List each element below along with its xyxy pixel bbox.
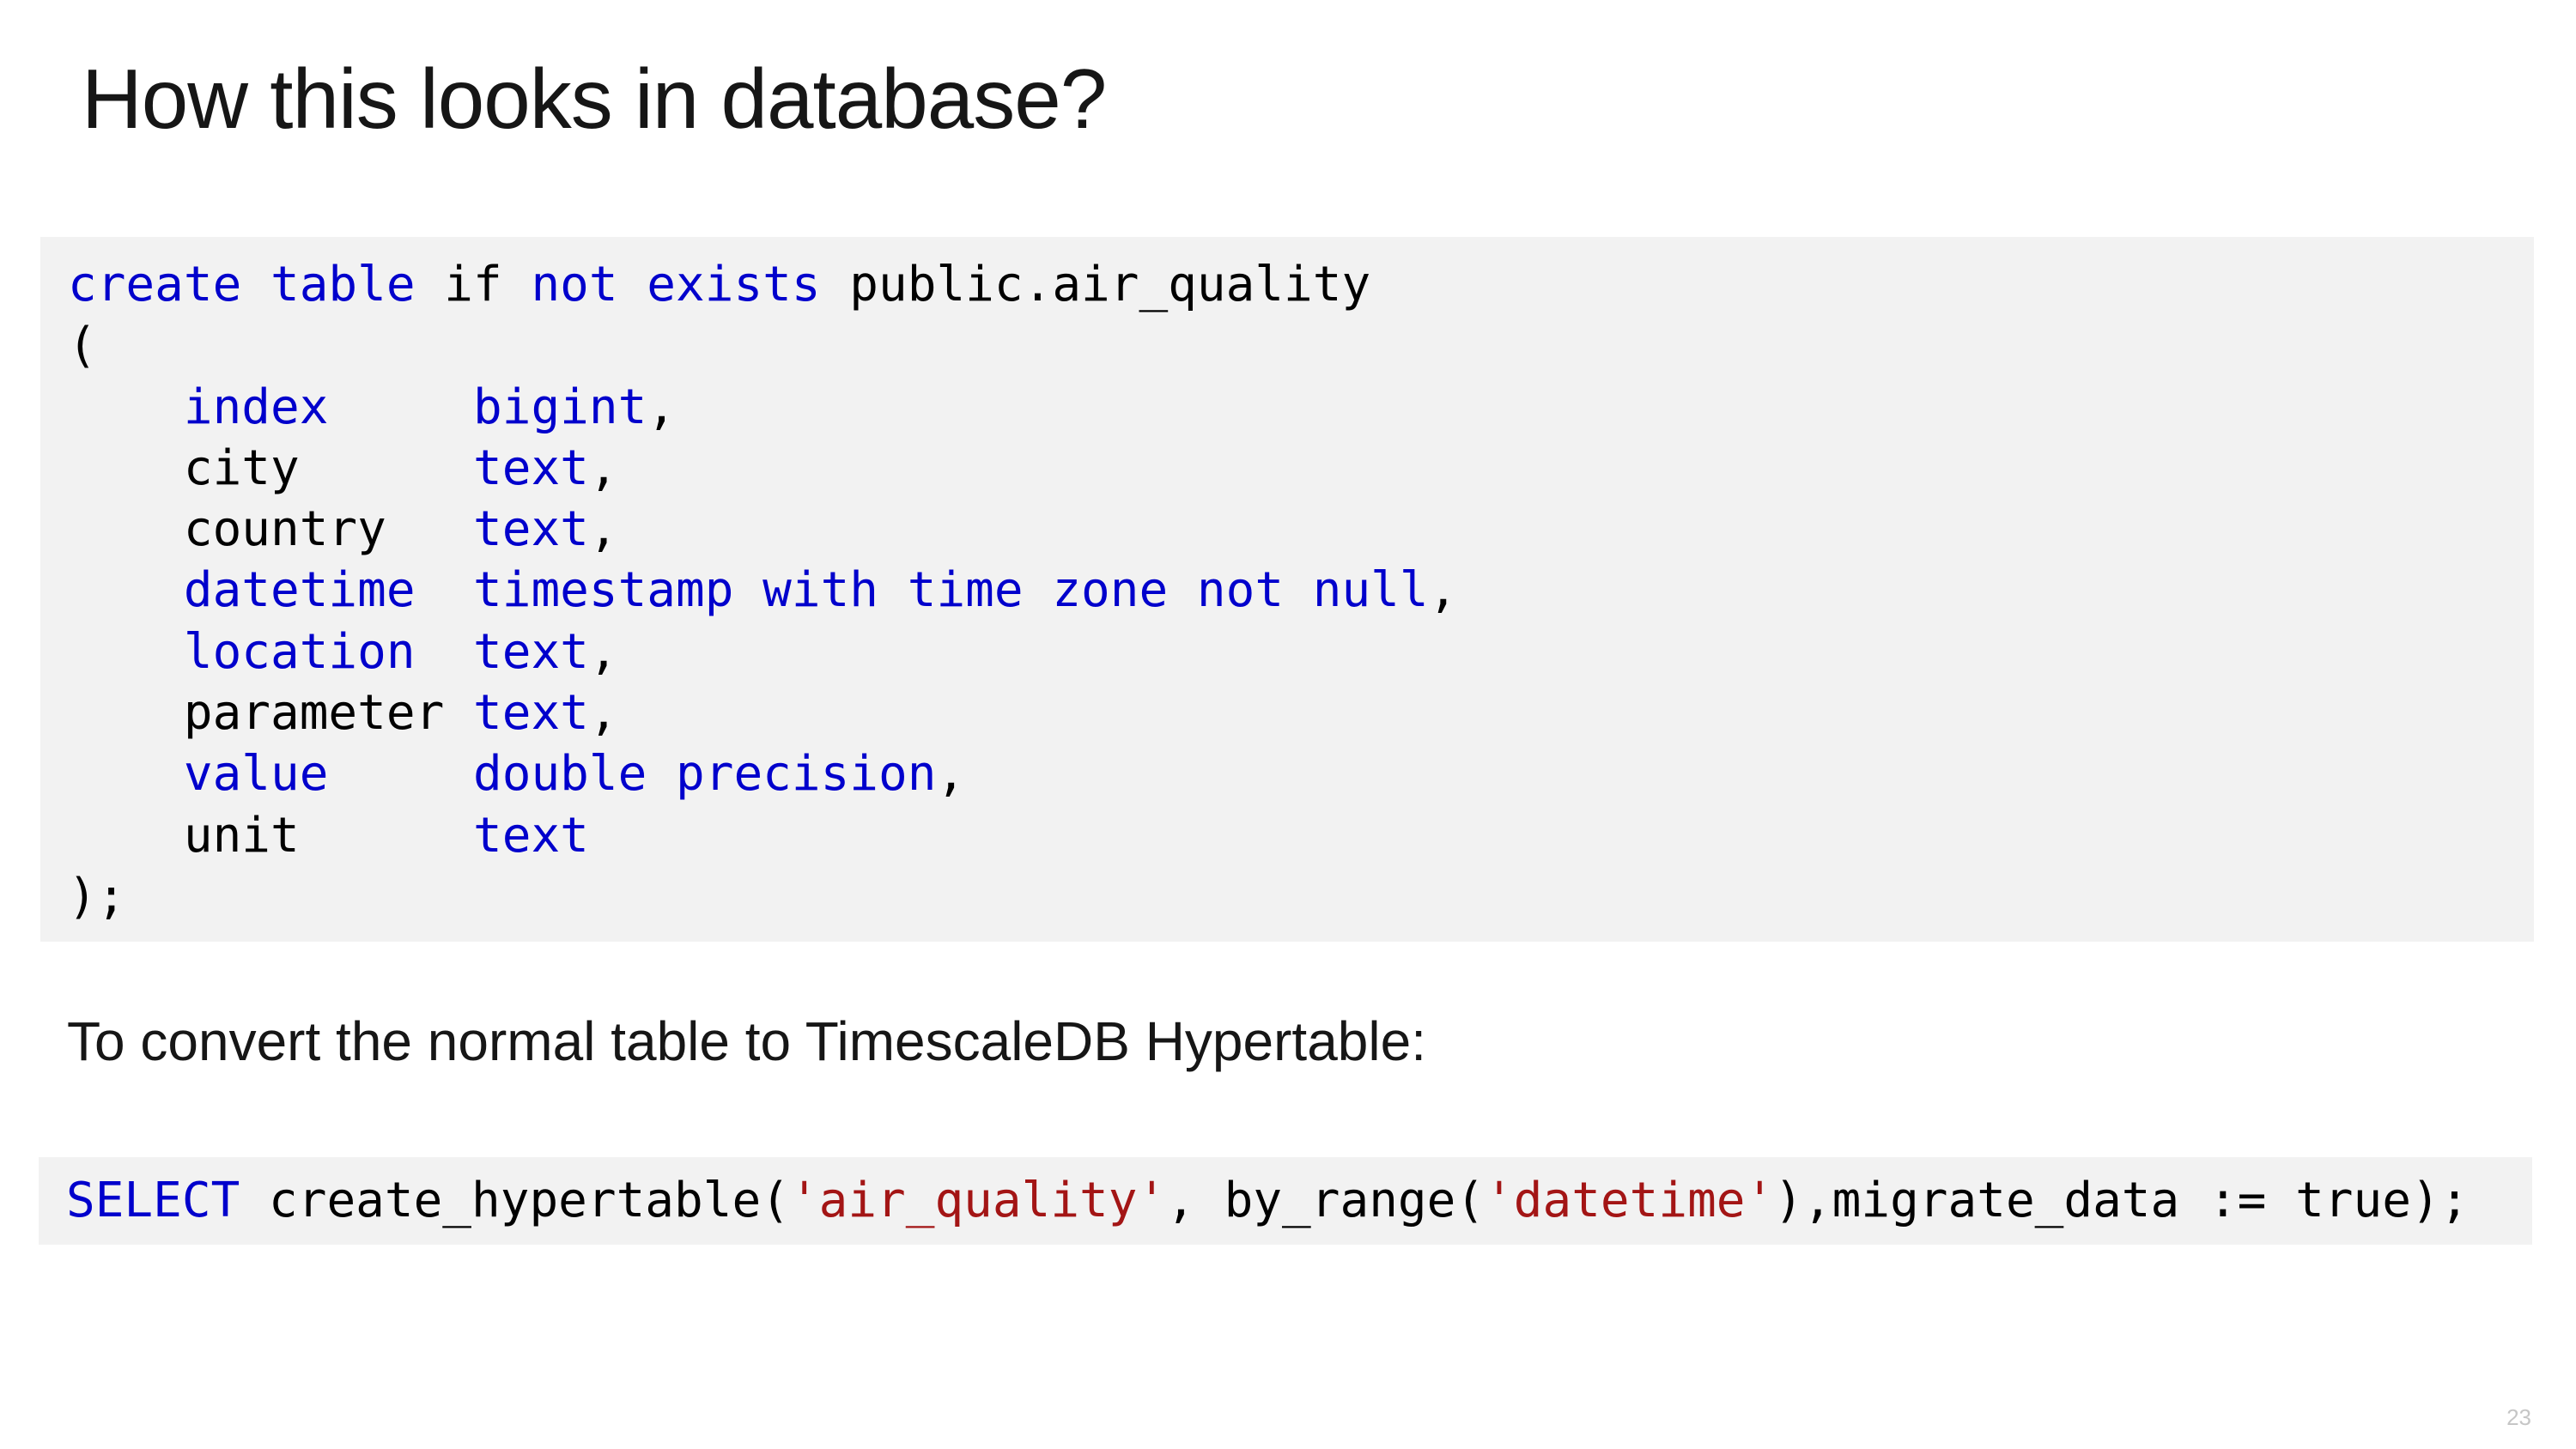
code-token-keyword: timestamp with time zone not null	[473, 562, 1429, 619]
code-token-plain: ,	[936, 746, 966, 803]
code-line: country text,	[68, 499, 2534, 560]
code-token-plain: create_hypertable(	[240, 1173, 790, 1228]
code-line: value double precision,	[68, 743, 2534, 804]
code-token-plain: ,	[588, 501, 618, 558]
code-token-plain: parameter	[68, 685, 474, 742]
code-token-keyword: SELECT	[66, 1173, 240, 1228]
code-token-plain: ,	[588, 440, 618, 496]
code-token-plain: unit	[68, 807, 474, 864]
code-token-plain: ,	[588, 685, 618, 742]
code-token-keyword: text	[473, 440, 589, 496]
page-number: 23	[2506, 1404, 2531, 1430]
code-token-keyword: double precision	[473, 746, 937, 803]
code-token-keyword: value	[183, 746, 329, 803]
code-token-keyword: text	[473, 807, 589, 864]
code-line: (	[68, 315, 2534, 376]
code-token-plain: city	[68, 440, 474, 496]
code-line: city text,	[68, 438, 2534, 499]
code-token-keyword: not exists	[531, 257, 821, 312]
code-line: unit text	[68, 805, 2534, 866]
code-line: parameter text,	[68, 682, 2534, 743]
code-token-plain: ),migrate_data := true);	[1774, 1173, 2470, 1228]
code-token-plain: , by_range(	[1166, 1173, 1485, 1228]
create-table-code-block: create table if not exists public.air_qu…	[40, 237, 2534, 942]
convert-instruction-text: To convert the normal table to Timescale…	[67, 1010, 1426, 1072]
create-hypertable-code-block: SELECT create_hypertable('air_quality', …	[39, 1157, 2532, 1245]
code-token-keyword: location	[183, 623, 416, 680]
code-token-plain: ,	[588, 623, 618, 680]
code-line: index bigint,	[68, 377, 2534, 438]
code-token-keyword: datetime	[183, 562, 416, 619]
code-token-keyword: text	[473, 685, 589, 742]
code-token-plain: if	[415, 257, 532, 312]
code-line: location text,	[68, 621, 2534, 682]
code-token-plain: );	[68, 868, 126, 925]
slide-title: How this looks in database?	[82, 52, 1107, 146]
code-token-keyword: index	[183, 379, 329, 435]
code-token-plain: country	[68, 501, 474, 558]
code-token-plain: (	[68, 318, 97, 374]
code-token-string: 'air_quality'	[789, 1173, 1167, 1228]
code-token-keyword: text	[473, 623, 589, 680]
code-token-keyword: create table	[68, 257, 416, 312]
code-token-plain: ,	[1428, 562, 1458, 619]
code-token-keyword: bigint	[473, 379, 647, 435]
code-line: );	[68, 866, 2534, 927]
code-line: create table if not exists public.air_qu…	[68, 254, 2534, 315]
code-token-string: 'datetime'	[1485, 1173, 1775, 1228]
code-token-keyword: text	[473, 501, 589, 558]
code-token-plain: public.air_quality	[820, 257, 1371, 312]
code-line: datetime timestamp with time zone not nu…	[68, 560, 2534, 621]
code-token-plain: ,	[647, 379, 677, 435]
